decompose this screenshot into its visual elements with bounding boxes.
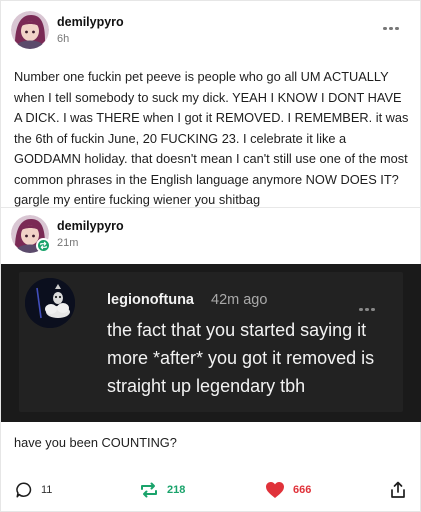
comment-count: 11 xyxy=(41,484,53,496)
divider xyxy=(1,207,421,208)
reblog-author[interactable]: demilypyro xyxy=(57,219,124,233)
like-count: 666 xyxy=(293,484,312,496)
reblog-count: 218 xyxy=(167,484,186,496)
more-icon[interactable] xyxy=(359,298,381,311)
like-button[interactable]: 666 xyxy=(265,479,311,501)
post-footer: 11 218 666 xyxy=(1,473,421,507)
comment-icon xyxy=(16,482,32,498)
post-time: 6h xyxy=(57,33,70,45)
comment-button[interactable]: 11 xyxy=(15,479,52,501)
avatar[interactable] xyxy=(25,278,75,328)
reblog-icon xyxy=(141,482,157,498)
avatar[interactable] xyxy=(11,11,49,49)
post-card: demilypyro 6h Number one fuckin pet peev… xyxy=(0,0,421,512)
reblog-header: demilypyro 21m xyxy=(11,215,411,255)
share-button[interactable] xyxy=(389,479,407,501)
quoted-time: 42m ago xyxy=(211,292,268,308)
more-icon[interactable] xyxy=(383,17,405,31)
reblog-button[interactable]: 218 xyxy=(139,479,185,501)
quoted-reply-card: legionoftuna 42m ago the fact that you s… xyxy=(19,272,403,412)
quoted-reply: legionoftuna 42m ago the fact that you s… xyxy=(1,264,421,422)
post-author[interactable]: demilypyro xyxy=(57,15,124,29)
post-body: Number one fuckin pet peeve is people wh… xyxy=(14,69,409,207)
share-icon xyxy=(391,481,405,498)
reblog-badge-icon xyxy=(36,238,51,253)
reply-text: have you been COUNTING? xyxy=(14,435,177,450)
quoted-text: the fact that you started saying it more… xyxy=(107,320,375,396)
post-header: demilypyro 6h xyxy=(11,11,411,51)
heart-icon xyxy=(266,482,284,498)
quoted-author[interactable]: legionoftuna xyxy=(107,292,194,308)
reblog-time: 21m xyxy=(57,237,79,249)
